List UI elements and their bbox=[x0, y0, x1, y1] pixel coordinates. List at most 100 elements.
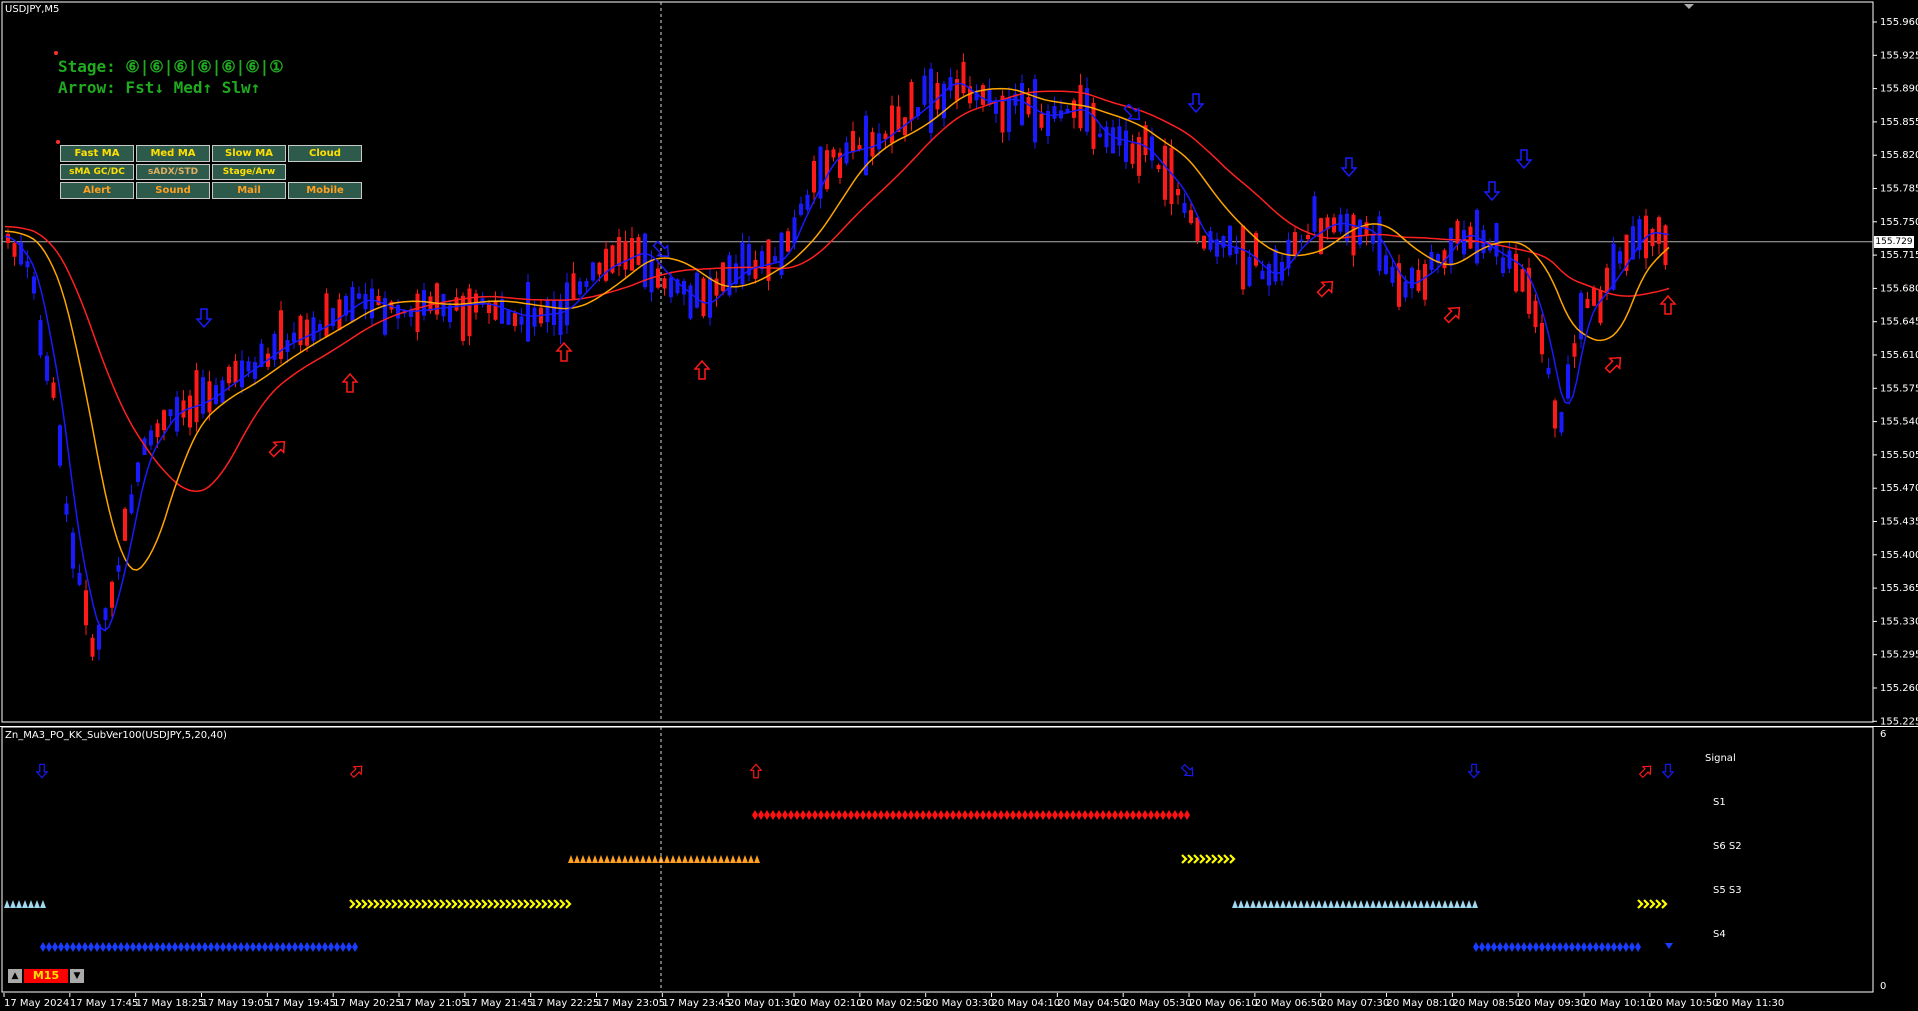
stripe-mark bbox=[1418, 900, 1424, 908]
candle-body bbox=[831, 149, 836, 158]
stripe-mark bbox=[1028, 810, 1034, 820]
stripe-mark bbox=[1040, 810, 1046, 820]
candle-body bbox=[552, 300, 556, 326]
timeframe-down-button[interactable]: ▼ bbox=[70, 969, 84, 983]
stripe-mark bbox=[700, 855, 706, 863]
stripe-mark bbox=[628, 855, 634, 863]
stripe-mark bbox=[58, 942, 64, 952]
stripe-mark bbox=[1617, 942, 1623, 952]
main-chart[interactable]: 155.960 155.925 155.890 155.855 155.820 155.7… bbox=[0, 0, 1918, 727]
stripe-mark bbox=[754, 855, 760, 863]
alert-button[interactable]: Alert bbox=[60, 182, 134, 199]
stripe-mark bbox=[836, 810, 842, 820]
price-chart-canvas[interactable]: 155.960 155.925 155.890 155.855 155.820 155.7… bbox=[0, 0, 1918, 727]
candle-body bbox=[1566, 364, 1570, 399]
stripe-mark bbox=[1611, 942, 1617, 952]
indicator-subwindow[interactable]: 6 0 Signal S1 S6 S2 S5 S3 S4 Zn_MA3_PO_KK_SubV… bbox=[0, 726, 1918, 993]
candle-body bbox=[32, 276, 36, 294]
candle-body bbox=[350, 287, 355, 322]
stripe-mark bbox=[328, 942, 334, 952]
stripe-mark bbox=[250, 942, 256, 952]
stripe-mark bbox=[998, 810, 1004, 820]
sma-gcdc-button[interactable]: sMA GC/DC bbox=[60, 164, 134, 180]
stripe-mark bbox=[1022, 810, 1028, 820]
time-label: 20 May 02:50 bbox=[860, 998, 929, 1009]
candle-body bbox=[636, 237, 641, 265]
price-label: 155.925 bbox=[1880, 50, 1918, 61]
candle-body bbox=[90, 637, 95, 657]
candle-body bbox=[987, 89, 992, 105]
timeframe-label[interactable]: M15 bbox=[24, 969, 68, 983]
candle-body bbox=[1559, 412, 1564, 433]
mail-button[interactable]: Mail bbox=[212, 182, 286, 199]
candle-body bbox=[1117, 126, 1122, 146]
stripe-mark bbox=[598, 855, 604, 863]
fast-ma-button[interactable]: Fast MA bbox=[60, 145, 134, 162]
signal-arrow-icon bbox=[35, 763, 49, 779]
stripe-mark bbox=[1178, 810, 1184, 820]
stripe-mark bbox=[457, 899, 464, 909]
candle-body bbox=[1098, 133, 1102, 137]
stripe-mark bbox=[1623, 942, 1629, 952]
stage-arw-button[interactable]: Stage/Arw bbox=[212, 164, 286, 180]
info-dot-icon bbox=[54, 51, 58, 55]
candle-body bbox=[396, 304, 400, 319]
signal-arrow-icon bbox=[1443, 306, 1461, 324]
timeframe-up-button[interactable]: ▲ bbox=[8, 969, 22, 983]
price-label: 155.645 bbox=[1880, 317, 1918, 328]
candle-body bbox=[58, 425, 62, 466]
stripe-mark bbox=[770, 810, 776, 820]
stripe-mark bbox=[1334, 900, 1340, 908]
candle-body bbox=[1195, 217, 1200, 241]
stripe-mark bbox=[896, 810, 902, 820]
sadx-std-button[interactable]: sADX/STD bbox=[136, 164, 210, 180]
candle-body bbox=[1390, 266, 1395, 283]
candle-body bbox=[1091, 102, 1096, 149]
price-label: 155.785 bbox=[1880, 184, 1918, 195]
candle-body bbox=[545, 300, 550, 323]
stripe-mark bbox=[1004, 810, 1010, 820]
stripe-mark bbox=[1142, 810, 1148, 820]
stripe-mark bbox=[439, 899, 446, 909]
stripe-mark bbox=[980, 810, 986, 820]
stripe-mark bbox=[1193, 854, 1200, 864]
signal-arrow-icon bbox=[1187, 93, 1205, 114]
signal-arrow-icon bbox=[693, 359, 711, 380]
candle-body bbox=[1540, 322, 1544, 355]
slow-ma-button[interactable]: Slow MA bbox=[212, 145, 286, 162]
stripe-mark bbox=[1485, 942, 1491, 952]
stripe-mark bbox=[1322, 900, 1328, 908]
candle-body bbox=[753, 259, 758, 279]
candle-body bbox=[1618, 251, 1622, 264]
candle-body bbox=[1494, 223, 1499, 257]
candle-body bbox=[149, 430, 153, 446]
stripe-mark bbox=[1472, 900, 1478, 908]
stripe-mark bbox=[421, 899, 428, 909]
mobile-button[interactable]: Mobile bbox=[288, 182, 362, 199]
signal-stripe bbox=[349, 899, 572, 909]
stripe-mark bbox=[475, 899, 482, 909]
stripe-mark bbox=[1256, 900, 1262, 908]
stripe-mark bbox=[712, 855, 718, 863]
stripe-mark bbox=[487, 899, 494, 909]
candle-body bbox=[721, 262, 725, 292]
indicator-canvas[interactable]: 6 0 Signal S1 S6 S2 S5 S3 S4 bbox=[0, 726, 1918, 993]
stripe-mark bbox=[604, 855, 610, 863]
stripe-mark bbox=[322, 942, 328, 952]
stripe-mark bbox=[932, 810, 938, 820]
stripe-mark bbox=[824, 810, 830, 820]
signal-stripe bbox=[1637, 899, 1668, 909]
stripe-mark bbox=[1184, 810, 1190, 820]
candle-body bbox=[662, 278, 667, 289]
candle-body bbox=[123, 508, 127, 541]
candle-body bbox=[64, 503, 69, 515]
signal-arrow-icon bbox=[1180, 763, 1194, 777]
stripe-mark bbox=[1328, 900, 1334, 908]
candle-body bbox=[1585, 298, 1590, 308]
stripe-mark bbox=[944, 810, 950, 820]
time-label: 20 May 03:30 bbox=[926, 998, 995, 1009]
candle-body bbox=[1423, 263, 1427, 300]
cloud-button[interactable]: Cloud bbox=[288, 145, 362, 162]
sound-button[interactable]: Sound bbox=[136, 182, 210, 199]
med-ma-button[interactable]: Med MA bbox=[136, 145, 210, 162]
